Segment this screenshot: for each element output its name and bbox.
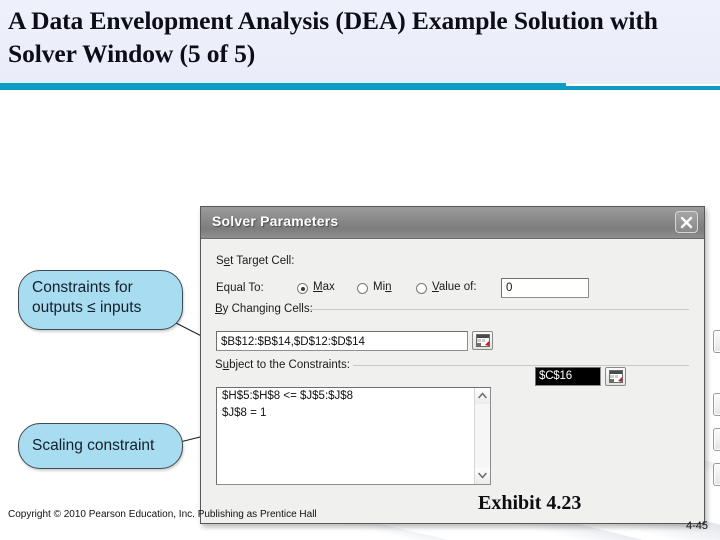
range-picker-icon[interactable] (605, 367, 626, 386)
range-picker-icon[interactable] (472, 331, 493, 350)
list-item[interactable]: $J$8 = 1 (217, 405, 490, 422)
slide-body: Solver Parameters Set Target Cell: $C$16 (0, 90, 720, 540)
radio-indicator (357, 283, 368, 294)
set-target-cell-input[interactable]: $C$16 (535, 367, 601, 386)
callout-text: Scaling constraint (32, 437, 155, 454)
solver-parameters-dialog: Solver Parameters Set Target Cell: $C$16 (200, 206, 720, 524)
value-of-input[interactable]: 0 (501, 278, 589, 298)
set-target-cell-label: Set Target Cell: (216, 255, 295, 267)
equal-to-label: Equal To: (216, 282, 264, 294)
group-divider (353, 365, 689, 366)
callout-constraints-outputs-inputs: Constraints for outputs ≤ inputs (18, 270, 183, 330)
callout-scaling-constraint: Scaling constraint (18, 423, 183, 469)
delete-constraint-button[interactable]: Delete (713, 463, 720, 486)
subject-to-constraints-label: Subject to the Constraints: (215, 359, 354, 371)
page-number: 4-45 (685, 520, 708, 532)
close-icon[interactable] (675, 211, 698, 233)
callout-text: Constraints for outputs ≤ inputs (32, 279, 142, 316)
change-constraint-button[interactable]: Change (713, 428, 720, 451)
dialog-title: Solver Parameters (212, 213, 339, 229)
guess-button[interactable]: Guess (713, 330, 720, 353)
header-accent-rule (0, 83, 566, 90)
list-item[interactable]: $H$5:$H$8 <= $J$5:$J$8 (217, 388, 490, 405)
equal-to-value-of-label: Value of: (432, 281, 477, 293)
page-title: A Data Envelopment Analysis (DEA) Exampl… (8, 6, 658, 68)
exhibit-label: Exhibit 4.23 (478, 492, 582, 514)
add-constraint-button[interactable]: Add (713, 393, 720, 416)
slide-header: A Data Envelopment Analysis (DEA) Exampl… (0, 0, 720, 84)
group-divider (309, 309, 689, 310)
equal-to-min-label: Min (373, 281, 392, 293)
dialog-titlebar: Solver Parameters (201, 207, 704, 239)
radio-indicator (297, 283, 308, 294)
chevron-up-icon[interactable] (475, 388, 490, 404)
constraints-scrollbar[interactable] (474, 388, 490, 484)
radio-indicator (416, 283, 427, 294)
by-changing-cells-label: By Changing Cells: (215, 303, 317, 315)
by-changing-cells-input[interactable]: $B$12:$B$14,$D$12:$D$14 (216, 331, 468, 351)
constraints-listbox[interactable]: $H$5:$H$8 <= $J$5:$J$8 $J$8 = 1 (216, 387, 491, 485)
set-target-cell-value: $C$16 (536, 368, 600, 385)
copyright-notice: Copyright © 2010 Pearson Education, Inc.… (8, 509, 317, 520)
equal-to-max-label: Max (313, 281, 335, 293)
chevron-down-icon[interactable] (475, 468, 490, 484)
